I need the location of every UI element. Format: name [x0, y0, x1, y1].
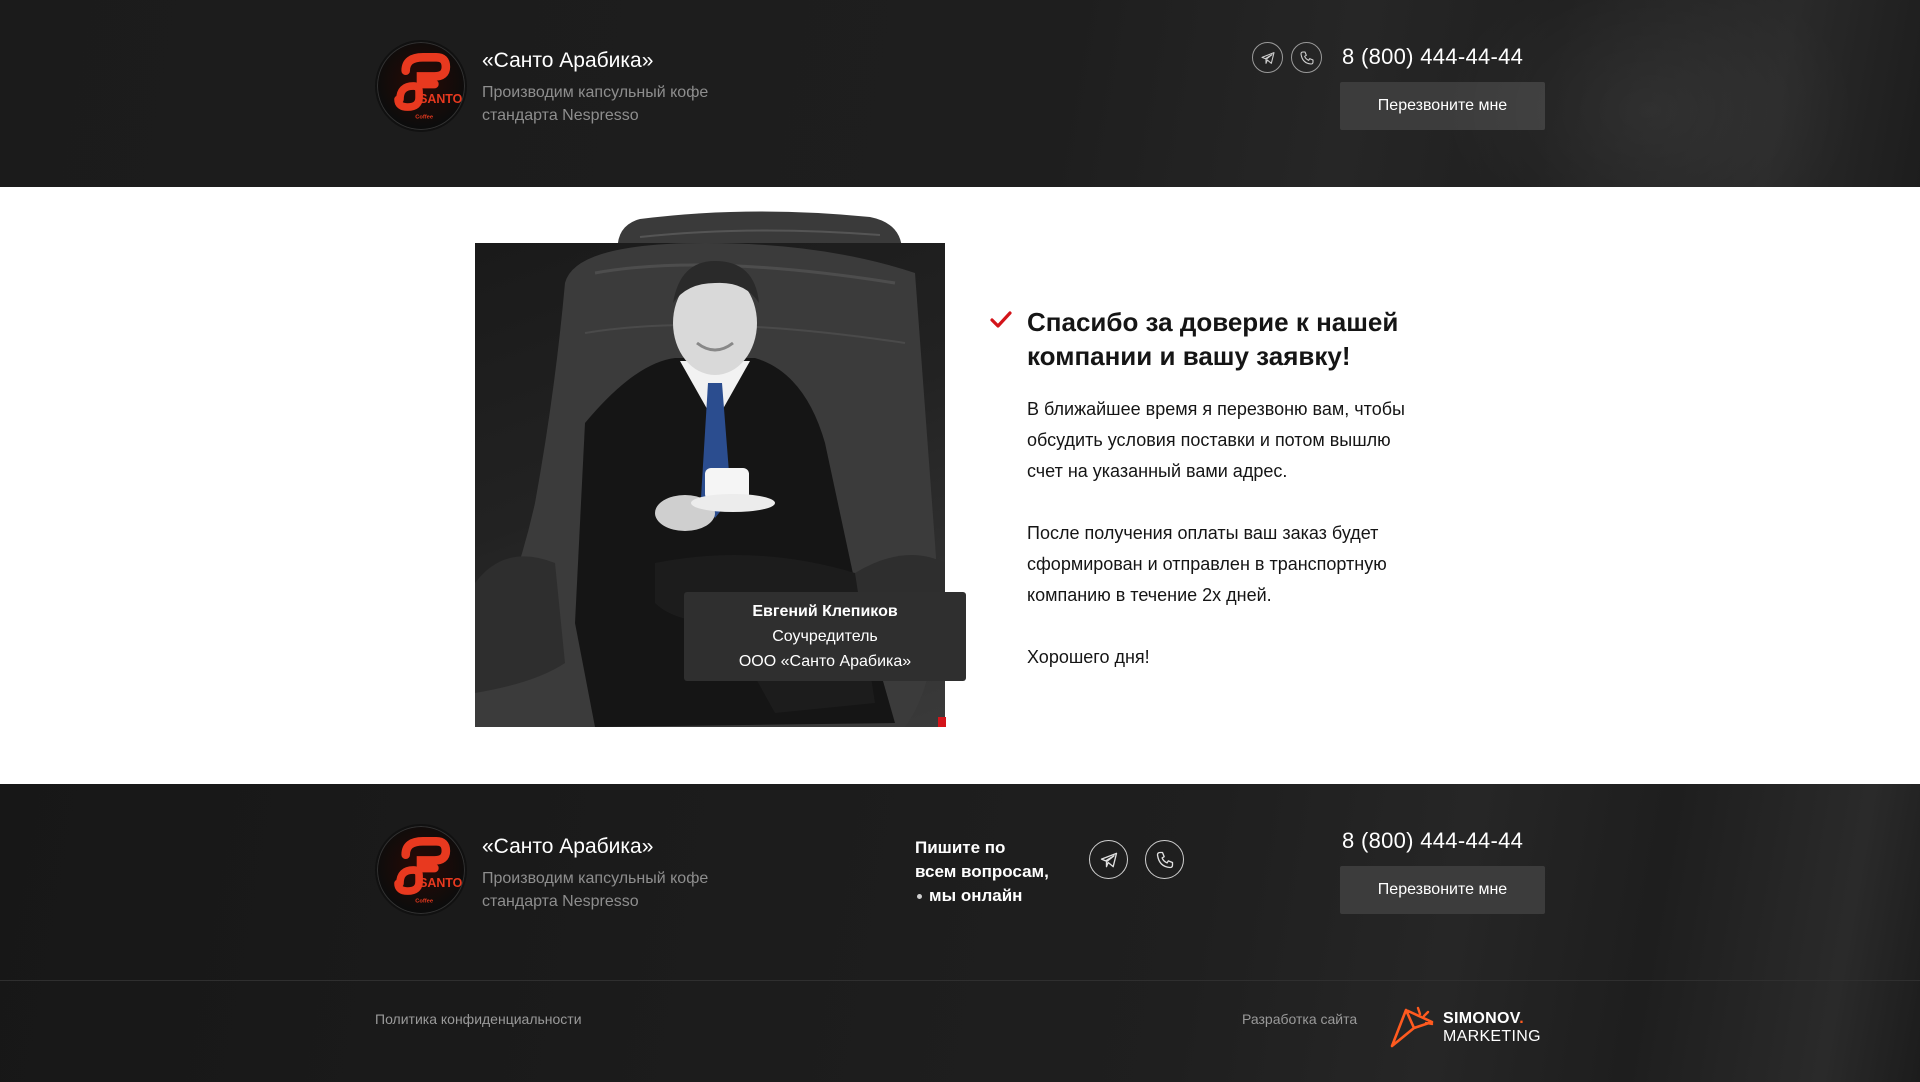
- closing-line: Хорошего дня!: [1027, 647, 1150, 667]
- write-us-line: всем вопросам,: [915, 862, 1049, 881]
- brand-desc-line: Производим капсульный кофе: [482, 870, 709, 887]
- founder-role: Соучредитель: [772, 628, 878, 645]
- footer-brand-name: «Санто Арабика»: [482, 835, 654, 858]
- write-us-line: мы онлайн: [929, 886, 1023, 905]
- founder-name: Евгений Клепиков: [752, 603, 898, 620]
- telegram-icon[interactable]: [1252, 42, 1283, 73]
- check-icon: [990, 311, 1012, 328]
- brand-desc-line: стандарта Nespresso: [482, 893, 639, 910]
- brand-description: Производим капсульный кофе стандарта Nes…: [482, 81, 782, 127]
- svg-text:SANTO: SANTO: [419, 876, 463, 890]
- developer-logo-dot: .: [1519, 1010, 1524, 1027]
- thank-you-section: Евгений Клепиков Соучредитель ООО «Санто…: [0, 187, 1920, 784]
- photo-accent: [938, 717, 946, 727]
- footer-phone-icon[interactable]: [1145, 840, 1184, 879]
- site-header: SANTO Coffee «Санто Арабика» Производим …: [0, 0, 1920, 187]
- header-callback-button[interactable]: Перезвоните мне: [1340, 82, 1545, 130]
- footer-callback-button[interactable]: Перезвоните мне: [1340, 866, 1545, 914]
- write-us-line: Пишите по: [915, 838, 1006, 857]
- developer-logo-top[interactable]: SIMONOV.: [1443, 1010, 1524, 1028]
- text-line: В ближайшее время я перезвоню вам, чтобы: [1027, 399, 1405, 419]
- title-line: компании и вашу заявку!: [1027, 341, 1351, 371]
- title-line: Спасибо за доверие к нашей: [1027, 307, 1399, 337]
- paper-plane-icon[interactable]: [1388, 1002, 1438, 1052]
- text-line: сформирован и отправлен в транспортную: [1027, 554, 1387, 574]
- footer-phone-link[interactable]: 8 (800) 444-44-44: [1342, 828, 1523, 854]
- brand-desc-line: стандарта Nespresso: [482, 107, 639, 124]
- founder-caption: Евгений Клепиков Соучредитель ООО «Санто…: [684, 592, 966, 681]
- svg-text:SANTO: SANTO: [419, 92, 463, 106]
- write-us-note: Пишите по всем вопросам, мы онлайн: [915, 836, 1065, 908]
- footer-telegram-icon[interactable]: [1089, 840, 1128, 879]
- text-line: счет на указанный вами адрес.: [1027, 461, 1288, 481]
- developer-logo-bottom[interactable]: MARKETING: [1443, 1028, 1541, 1046]
- text-line: После получения оплаты ваш заказ будет: [1027, 523, 1379, 543]
- thank-you-title: Спасибо за доверие к нашей компании и ва…: [1027, 305, 1457, 373]
- paragraph-call-back: В ближайшее время я перезвоню вам, чтобы…: [1027, 394, 1487, 487]
- company-logo[interactable]: SANTO Coffee: [375, 40, 467, 132]
- developer-label: Разработка сайта: [1242, 1011, 1358, 1027]
- text-line: обсудить условия поставки и потом вышлю: [1027, 430, 1391, 450]
- text-line: компанию в течение 2х дней.: [1027, 585, 1272, 605]
- svg-text:Coffee: Coffee: [415, 899, 433, 905]
- paragraph-order-shipping: После получения оплаты ваш заказ будет с…: [1027, 518, 1487, 611]
- footer-divider: [0, 980, 1920, 981]
- developer-logo-name: SIMONOV: [1443, 1010, 1520, 1027]
- online-indicator: [917, 894, 922, 899]
- phone-icon[interactable]: [1291, 42, 1322, 73]
- svg-text:Coffee: Coffee: [415, 115, 433, 121]
- site-footer: SANTO Coffee «Санто Арабика» Производим …: [0, 784, 1920, 1082]
- header-phone-link[interactable]: 8 (800) 444-44-44: [1342, 44, 1523, 70]
- privacy-policy-link[interactable]: Политика конфиденциальности: [375, 1011, 582, 1027]
- brand-name: «Санто Арабика»: [482, 49, 654, 72]
- footer-company-logo[interactable]: SANTO Coffee: [375, 824, 467, 916]
- footer-brand-description: Производим капсульный кофе стандарта Nes…: [482, 867, 782, 913]
- brand-desc-line: Производим капсульный кофе: [482, 84, 709, 101]
- founder-company: ООО «Санто Арабика»: [738, 653, 912, 670]
